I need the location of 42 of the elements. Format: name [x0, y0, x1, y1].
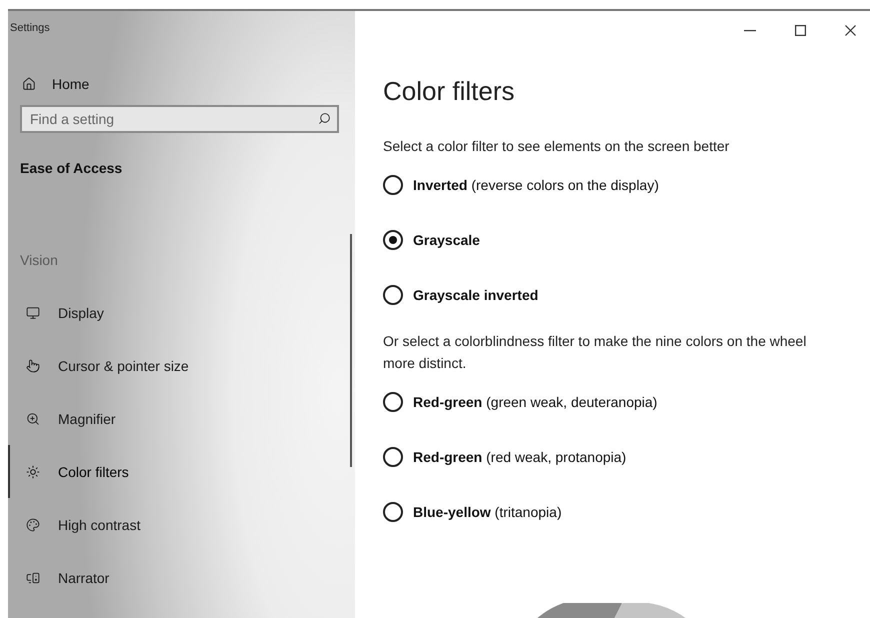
- palette-icon: [26, 518, 40, 532]
- option-label: Red-green (green weak, deuteranopia): [413, 394, 658, 410]
- group-label: Vision: [20, 252, 59, 268]
- section-title: Ease of Access: [20, 160, 124, 176]
- scrollbar[interactable]: [350, 234, 352, 467]
- search-icon: [318, 112, 331, 125]
- option-label: Blue-yellow (tritanopia): [413, 504, 562, 520]
- radio-option[interactable]: Grayscale: [383, 212, 870, 267]
- magnifier-icon: [26, 412, 40, 426]
- description-text: Or select a colorblindness filter to make the nine colors on the wheel more distinct.: [383, 332, 808, 373]
- radio-option[interactable]: Red-green (red weak, protanopia): [383, 429, 870, 484]
- monitor-icon: [26, 306, 40, 320]
- nav-item[interactable]: Display: [8, 286, 355, 339]
- option-label: Red-green (red weak, protanopia): [413, 448, 626, 464]
- sun-icon: [26, 464, 40, 478]
- option-label: Inverted (reverse colors on the display): [413, 176, 659, 192]
- pointer-icon: [26, 358, 40, 372]
- radio-circle[interactable]: [383, 392, 403, 412]
- maximize-icon: [794, 24, 806, 36]
- radio-option[interactable]: Inverted (reverse colors on the display): [383, 157, 870, 212]
- nav-item[interactable]: Narrator: [8, 551, 355, 604]
- radio-circle[interactable]: [383, 502, 403, 522]
- monitor-speaker-icon: [26, 570, 40, 584]
- option-label: Grayscale: [413, 232, 480, 248]
- nav-item[interactable]: Magnifier: [8, 392, 355, 445]
- close-icon: [844, 24, 856, 36]
- radio-circle[interactable]: [383, 174, 403, 194]
- radio-option[interactable]: Red-green (green weak, deuteranopia): [383, 374, 870, 429]
- search-field[interactable]: Find a setting: [20, 105, 339, 133]
- radio-option[interactable]: Grayscale inverted: [383, 267, 870, 322]
- home-icon: [22, 77, 36, 91]
- radio-circle[interactable]: [383, 230, 403, 250]
- nav-item[interactable]: High contrast: [8, 498, 355, 551]
- option-label: Grayscale inverted: [413, 286, 538, 302]
- radio-option[interactable]: Blue-yellow (tritanopia): [383, 484, 870, 539]
- radio-circle[interactable]: [383, 446, 403, 466]
- page-heading: Color filters: [383, 76, 516, 107]
- window-title: Settings: [10, 22, 51, 34]
- radio-circle[interactable]: [383, 284, 403, 304]
- description-text: Select a color filter to see elements on the screen better: [383, 137, 730, 156]
- home-link[interactable]: Home: [22, 76, 355, 92]
- nav-item[interactable]: Cursor & pointer size: [8, 339, 355, 392]
